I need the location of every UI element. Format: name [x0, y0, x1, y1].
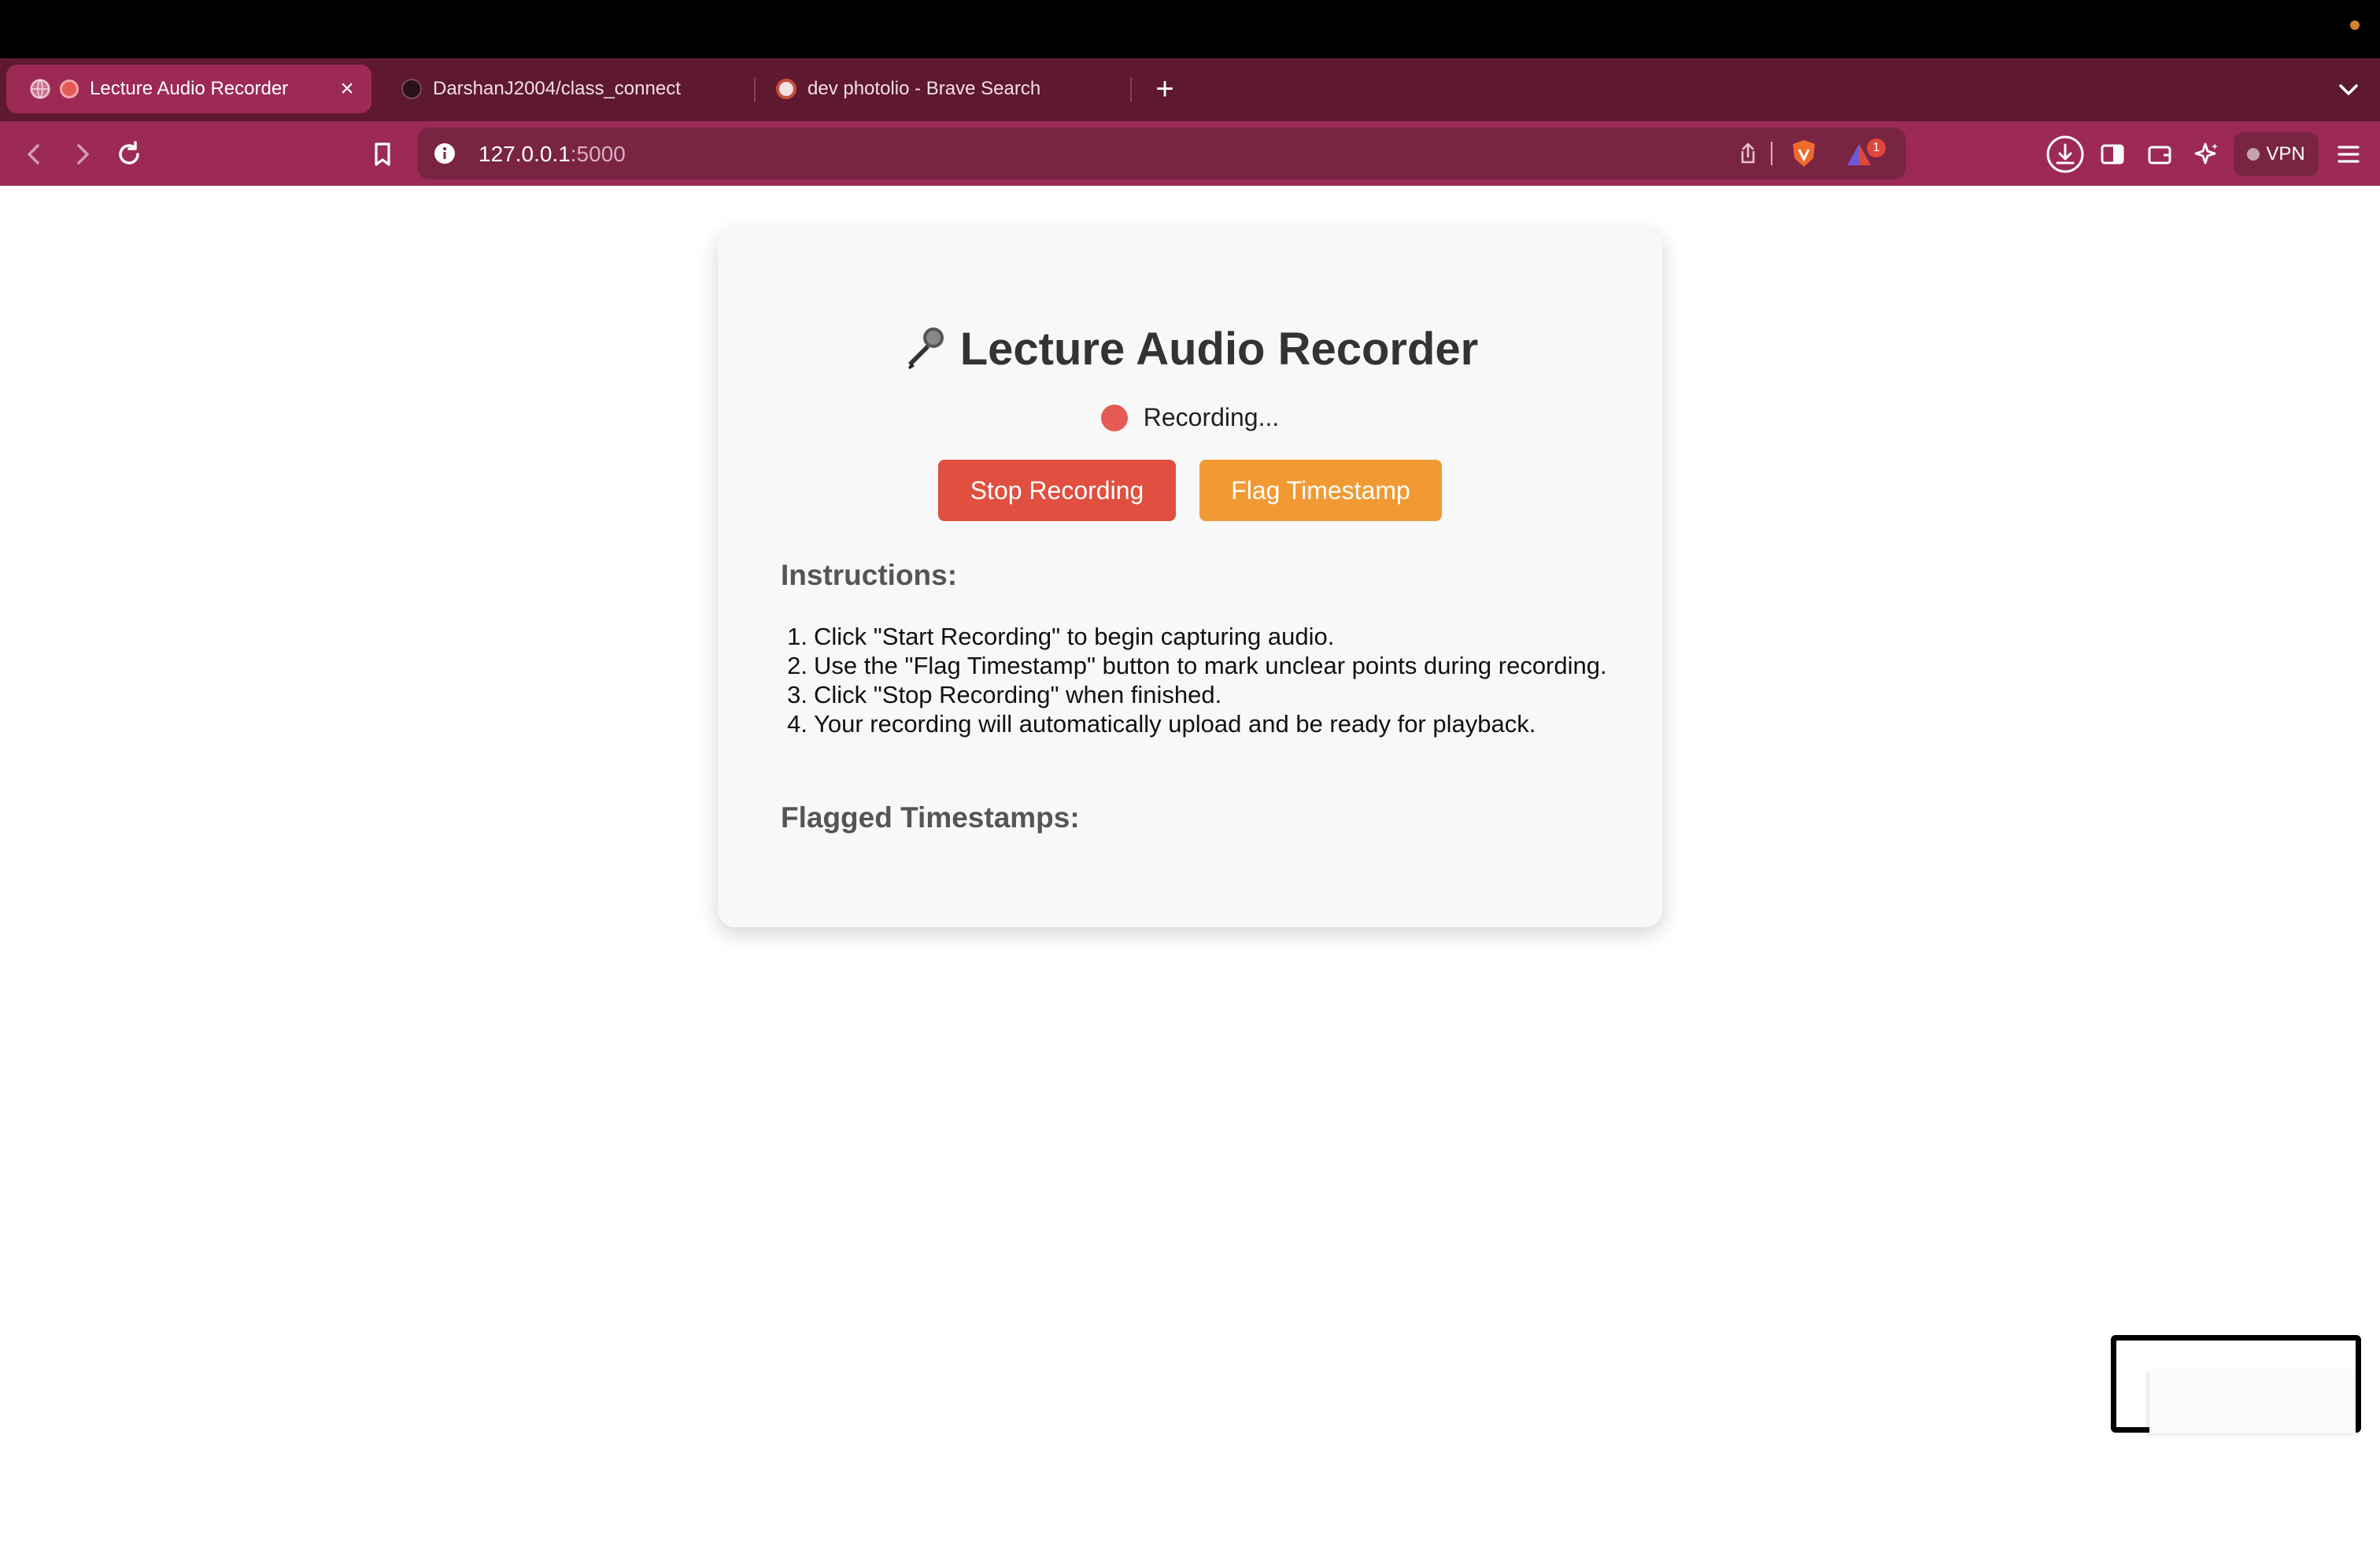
browser-toolbar: 127.0.0.1:5000 1 VPN [0, 121, 2380, 186]
item-text: Click "Stop Recording" when finished. [814, 681, 1222, 708]
main-menu-button[interactable] [2328, 134, 2369, 175]
url-host: 127.0.0.1 [479, 142, 571, 166]
close-tab-icon[interactable]: × [334, 76, 360, 102]
instructions-heading: Instructions: [781, 559, 958, 591]
item-number: 1. [787, 623, 808, 650]
globe-icon [30, 79, 50, 99]
floating-overlay-panel[interactable] [2111, 1335, 2361, 1433]
tab-label: dev photolio - Brave Search [808, 78, 1041, 99]
tab-strip: Lecture Audio Recorder × DarshanJ2004/cl… [0, 58, 2380, 121]
tab-label: DarshanJ2004/class_connect [433, 78, 681, 99]
list-item: 4. Your recording will automatically uplo… [781, 709, 1615, 738]
item-number: 3. [787, 681, 808, 708]
tab-separator [1130, 77, 1132, 102]
leo-ai-button[interactable] [2186, 134, 2227, 175]
url-text[interactable]: 127.0.0.1:5000 [479, 142, 626, 167]
forward-button[interactable] [61, 134, 102, 175]
vpn-label: VPN [2266, 143, 2305, 165]
reload-icon [119, 141, 139, 165]
url-divider [1771, 142, 1772, 165]
item-text: Your recording will automatically upload… [814, 710, 1536, 738]
reload-button[interactable] [109, 134, 150, 175]
flagged-timestamps-heading: Flagged Timestamps: [781, 801, 1080, 834]
item-number: 2. [787, 652, 808, 679]
recording-indicator-dot [2350, 20, 2360, 30]
notification-badge: 1 [1867, 139, 1886, 157]
recording-status: Recording... [718, 403, 1662, 432]
brave-search-icon [776, 79, 796, 99]
item-number: 4. [787, 710, 808, 738]
recorder-card: Lecture Audio Recorder Recording... Stop… [718, 228, 1662, 927]
os-menu-bar [0, 0, 2380, 58]
stop-recording-button[interactable]: Stop Recording [938, 460, 1176, 521]
brave-shields-icon[interactable] [1790, 139, 1818, 168]
share-icon[interactable] [1735, 140, 1761, 167]
tab-brave-search[interactable]: dev photolio - Brave Search [774, 65, 1121, 113]
download-icon [2046, 135, 2084, 173]
overlay-content [2149, 1370, 2356, 1433]
wallet-button[interactable] [2139, 134, 2180, 175]
forward-arrow-icon [77, 144, 89, 165]
github-icon [401, 79, 422, 99]
item-text: Use the "Flag Timestamp" button to mark … [814, 652, 1607, 679]
downloads-button[interactable] [2045, 134, 2086, 175]
tab-lecture-audio-recorder[interactable]: Lecture Audio Recorder × [6, 65, 371, 113]
list-item: 3. Click "Stop Recording" when finished. [781, 680, 1615, 709]
item-text: Click "Start Recording" to begin capturi… [814, 623, 1335, 650]
vpn-button[interactable]: VPN [2234, 132, 2319, 176]
wallet-icon [2148, 146, 2171, 165]
bookmark-button[interactable] [362, 134, 403, 175]
back-arrow-icon [28, 144, 39, 165]
title-text: Lecture Audio Recorder [959, 324, 1479, 375]
tab-list-chevron-icon[interactable] [2330, 71, 2367, 109]
tab-class-connect[interactable]: DarshanJ2004/class_connect [395, 65, 741, 113]
list-item: 2. Use the "Flag Timestamp" button to mar… [781, 651, 1615, 680]
list-item: 1. Click "Start Recording" to begin captu… [781, 622, 1615, 651]
flag-timestamp-button[interactable]: Flag Timestamp [1199, 460, 1442, 521]
back-button[interactable] [14, 134, 55, 175]
sidebar-button[interactable] [2092, 134, 2133, 175]
status-text: Recording... [1143, 403, 1280, 431]
address-bar[interactable]: 127.0.0.1:5000 1 [417, 128, 1906, 179]
microphone-icon [902, 324, 949, 382]
url-port: :5000 [570, 142, 626, 166]
recording-icon [60, 80, 79, 98]
tab-separator [754, 77, 756, 102]
bookmark-icon [375, 142, 390, 166]
vpn-status-icon [2247, 148, 2260, 161]
sparkle-icon [2194, 142, 2218, 165]
sidebar-icon [2101, 144, 2124, 165]
hamburger-menu-icon [2338, 146, 2360, 163]
new-tab-button[interactable]: + [1146, 71, 1184, 109]
page-title: Lecture Audio Recorder [718, 323, 1662, 382]
site-info-icon[interactable] [433, 142, 456, 165]
control-buttons: Stop Recording Flag Timestamp [718, 460, 1662, 521]
recording-dot-icon [1100, 404, 1128, 431]
instructions-list: 1. Click "Start Recording" to begin captu… [781, 622, 1615, 738]
tab-label: Lecture Audio Recorder [90, 78, 289, 99]
